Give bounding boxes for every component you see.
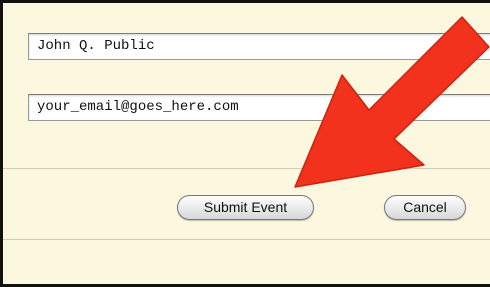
submit-event-button[interactable]: Submit Event: [177, 195, 314, 220]
divider: [3, 168, 490, 169]
name-field[interactable]: John Q. Public: [28, 33, 490, 60]
divider: [3, 239, 490, 240]
cancel-button[interactable]: Cancel: [384, 195, 466, 220]
form-panel: John Q. Public your_email@goes_here.com …: [0, 0, 490, 287]
email-field[interactable]: your_email@goes_here.com: [28, 94, 490, 121]
